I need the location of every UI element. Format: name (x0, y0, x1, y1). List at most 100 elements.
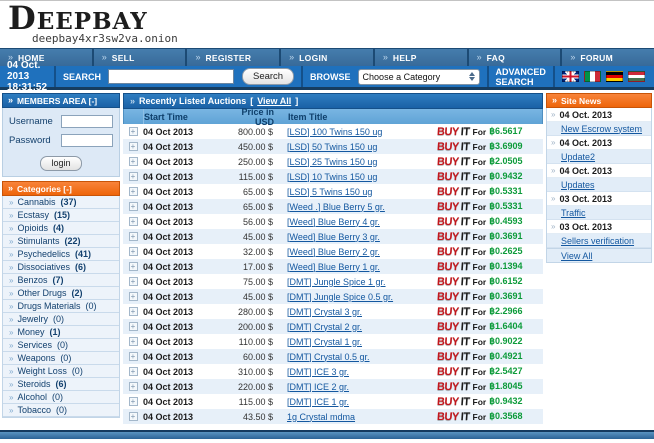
flag-germany-icon[interactable] (606, 71, 623, 82)
expand-icon[interactable]: + (129, 157, 138, 166)
news-link[interactable]: Traffic (561, 208, 586, 218)
buy-it-button[interactable]: BUY IT (437, 156, 470, 168)
news-link[interactable]: Sellers verification (561, 236, 634, 246)
auction-title-link[interactable]: [Weed] Blue Berry 4 gr. (287, 217, 380, 227)
advanced-search-link[interactable]: ADVANCED SEARCH (496, 67, 546, 87)
login-button[interactable]: login (40, 156, 82, 171)
buy-it-button[interactable]: BUY IT (437, 261, 470, 273)
news-link[interactable]: Update2 (561, 152, 595, 162)
flag-hungary-icon[interactable] (628, 71, 645, 82)
expand-icon[interactable]: + (129, 397, 138, 406)
buy-it-button[interactable]: BUY IT (437, 141, 470, 153)
expand-icon[interactable]: + (129, 352, 138, 361)
auction-title-link[interactable]: [Weed .] Blue Berry 5 gr. (287, 202, 385, 212)
news-view-all-link[interactable]: View All (561, 251, 592, 261)
auction-title-link[interactable]: [DMT] Crystal 1 gr. (287, 337, 362, 347)
buy-it-button[interactable]: BUY IT (437, 231, 470, 243)
auction-title-link[interactable]: [DMT] Jungle Spice 0.5 gr. (287, 292, 393, 302)
category-item[interactable]: » Steroids (6) (3, 378, 119, 391)
nav-item[interactable]: » REGISTER (187, 49, 281, 66)
auctions-view-all-link[interactable]: View All (257, 96, 291, 106)
expand-icon[interactable]: + (129, 307, 138, 316)
buy-it-button[interactable]: BUY IT (437, 336, 470, 348)
expand-icon[interactable]: + (129, 277, 138, 286)
expand-icon[interactable]: + (129, 127, 138, 136)
category-item[interactable]: » Tobacco (0) (3, 404, 119, 417)
buy-it-button[interactable]: BUY IT (437, 126, 470, 138)
expand-icon[interactable]: + (129, 247, 138, 256)
nav-item[interactable]: » HELP (375, 49, 469, 66)
auction-title-link[interactable]: [Weed] Blue Berry 3 gr. (287, 232, 380, 242)
auction-title-link[interactable]: [LSD] 5 Twins 150 ug (287, 187, 372, 197)
auction-title-link[interactable]: [LSD] 50 Twins 150 ug (287, 142, 377, 152)
buy-it-button[interactable]: BUY IT (437, 186, 470, 198)
category-item[interactable]: » Other Drugs (2) (3, 287, 119, 300)
expand-icon[interactable]: + (129, 382, 138, 391)
nav-item[interactable]: » FAQ (469, 49, 563, 66)
category-select[interactable]: Choose a Category (358, 69, 480, 85)
auction-title-link[interactable]: [DMT] Crystal 2 gr. (287, 322, 362, 332)
nav-item[interactable]: » FORUM (562, 49, 654, 66)
expand-icon[interactable]: + (129, 172, 138, 181)
news-link[interactable]: Updates (561, 180, 595, 190)
expand-icon[interactable]: + (129, 292, 138, 301)
category-item[interactable]: » Money (1) (3, 326, 119, 339)
category-item[interactable]: » Ecstasy (15) (3, 209, 119, 222)
category-item[interactable]: » Alcohol (0) (3, 391, 119, 404)
category-item[interactable]: » Cannabis (37) (3, 196, 119, 209)
buy-it-button[interactable]: BUY IT (437, 381, 470, 393)
buy-it-button[interactable]: BUY IT (437, 171, 470, 183)
expand-icon[interactable]: + (129, 262, 138, 271)
search-button[interactable]: Search (242, 68, 294, 85)
expand-icon[interactable]: + (129, 187, 138, 196)
buy-it-button[interactable]: BUY IT (437, 396, 470, 408)
auction-title-link[interactable]: [DMT] ICE 2 gr. (287, 382, 349, 392)
password-input[interactable] (61, 134, 113, 147)
auction-title-link[interactable]: [DMT] Crystal 0.5 gr. (287, 352, 370, 362)
expand-icon[interactable]: + (129, 202, 138, 211)
category-item[interactable]: » Dissociatives (6) (3, 261, 119, 274)
category-item[interactable]: » Psychedelics (41) (3, 248, 119, 261)
buy-it-button[interactable]: BUY IT (437, 276, 470, 288)
category-item[interactable]: » Weight Loss (0) (3, 365, 119, 378)
nav-item[interactable]: » SELL (94, 49, 188, 66)
buy-it-button[interactable]: BUY IT (437, 351, 470, 363)
category-item[interactable]: » Drugs Materials (0) (3, 300, 119, 313)
auction-title-link[interactable]: [Weed] Blue Berry 1 gr. (287, 262, 380, 272)
buy-it-button[interactable]: BUY IT (437, 306, 470, 318)
buy-it-button[interactable]: BUY IT (437, 201, 470, 213)
expand-icon[interactable]: + (129, 217, 138, 226)
buy-it-button[interactable]: BUY IT (437, 216, 470, 228)
auction-title-link[interactable]: [DMT] Jungle Spice 1 gr. (287, 277, 386, 287)
expand-icon[interactable]: + (129, 367, 138, 376)
buy-it-button[interactable]: BUY IT (437, 246, 470, 258)
auction-title-link[interactable]: [DMT] ICE 1 gr. (287, 397, 349, 407)
buy-it-button[interactable]: BUY IT (437, 321, 470, 333)
news-link[interactable]: New Escrow system (561, 124, 642, 134)
username-input[interactable] (61, 115, 113, 128)
category-item[interactable]: » Stimulants (22) (3, 235, 119, 248)
category-item[interactable]: » Weapons (0) (3, 352, 119, 365)
expand-icon[interactable]: + (129, 412, 138, 421)
expand-icon[interactable]: + (129, 337, 138, 346)
search-input[interactable] (108, 69, 234, 84)
buy-it-button[interactable]: BUY IT (437, 411, 470, 423)
nav-item[interactable]: » LOGIN (281, 49, 375, 66)
category-item[interactable]: » Jewelry (0) (3, 313, 119, 326)
buy-it-button[interactable]: BUY IT (437, 291, 470, 303)
auction-title-link[interactable]: [LSD] 25 Twins 150 ug (287, 157, 377, 167)
auction-title-link[interactable]: [Weed] Blue Berry 2 gr. (287, 247, 380, 257)
auction-title-link[interactable]: [LSD] 10 Twins 150 ug (287, 172, 377, 182)
category-item[interactable]: » Opioids (4) (3, 222, 119, 235)
expand-icon[interactable]: + (129, 232, 138, 241)
category-item[interactable]: » Benzos (7) (3, 274, 119, 287)
category-item[interactable]: » Services (0) (3, 339, 119, 352)
auction-title-link[interactable]: [DMT] Crystal 3 gr. (287, 307, 362, 317)
flag-italy-icon[interactable] (584, 71, 601, 82)
buy-it-button[interactable]: BUY IT (437, 366, 470, 378)
expand-icon[interactable]: + (129, 142, 138, 151)
auction-title-link[interactable]: [LSD] 100 Twins 150 ug (287, 127, 382, 137)
auction-title-link[interactable]: [DMT] ICE 3 gr. (287, 367, 349, 377)
expand-icon[interactable]: + (129, 322, 138, 331)
auction-title-link[interactable]: 1g Crystal mdma (287, 412, 355, 422)
